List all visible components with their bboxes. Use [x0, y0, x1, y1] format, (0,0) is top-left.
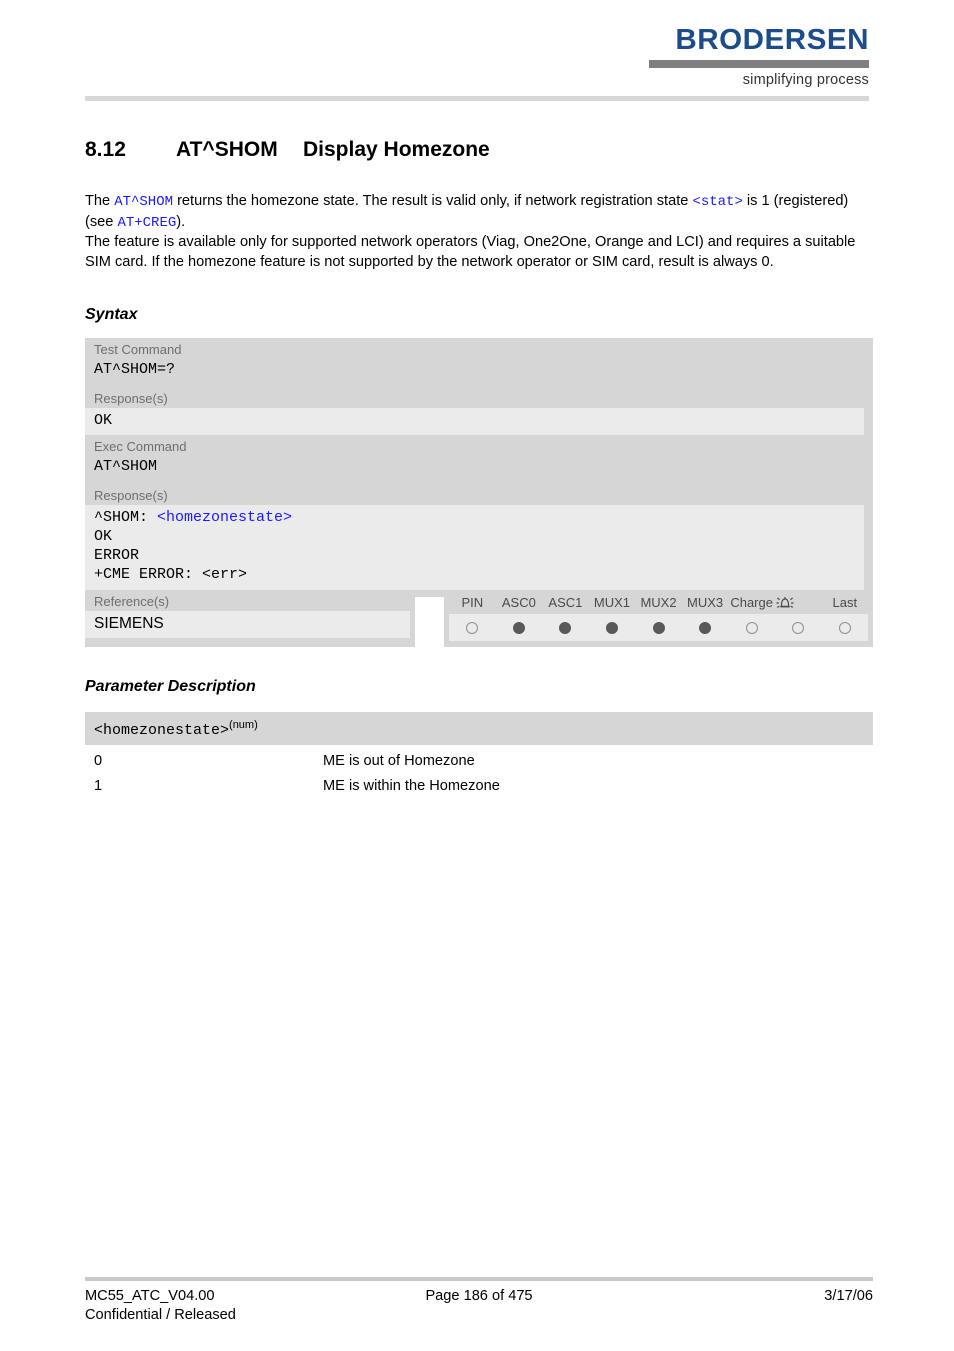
exec-command-block: Exec Command AT^SHOM Response(s) ^SHOM: …	[85, 435, 873, 597]
exec-response-line-cme: +CME ERROR: <err>	[94, 566, 248, 583]
exec-response-line-error: ERROR	[94, 547, 140, 564]
indicator-dot-asc0-cell	[496, 621, 543, 634]
exec-response-label: Response(s)	[85, 484, 873, 505]
indicator-dot-charge	[745, 621, 758, 634]
indicator-col-charge: Charge	[730, 594, 773, 610]
section-command: AT^SHOM	[176, 138, 278, 161]
stat-param-link[interactable]: <stat>	[692, 194, 742, 210]
table-row: 1 ME is within the Homezone	[85, 770, 873, 795]
alarm-icon	[775, 594, 822, 611]
intro-text-d: ).	[176, 213, 186, 230]
indicator-col-mux1: MUX1	[593, 594, 631, 610]
logo-wordmark: BRODERSEN	[675, 24, 869, 56]
logo-tagline: simplifying process	[742, 72, 869, 88]
test-response-lines: OK	[85, 408, 864, 436]
brodersen-logo: BRODERSEN simplifying process	[649, 26, 869, 88]
test-response-label: Response(s)	[85, 387, 873, 408]
indicator-col-last: Last	[832, 594, 858, 610]
logo-divider-bar	[649, 60, 869, 68]
indicator-dot-asc0	[512, 621, 525, 634]
exec-command-label: Exec Command	[85, 435, 873, 456]
homezonestate-param-link[interactable]: <homezonestate>	[157, 509, 292, 526]
parameter-desc-0: ME is out of Homezone	[323, 753, 475, 769]
indicator-dot-mux1-cell	[589, 621, 636, 634]
indicator-dot-charge-cell	[728, 621, 775, 634]
syntax-heading: Syntax	[85, 306, 138, 323]
parameter-desc-1: ME is within the Homezone	[323, 778, 500, 794]
footer-page-number: Page 186 of 475	[425, 1288, 533, 1304]
alarm-icon-svg	[776, 596, 794, 608]
parameter-value-1: 1	[94, 778, 103, 794]
footer-classification: Confidential / Released	[85, 1307, 236, 1323]
indicator-col-asc0: ASC0	[501, 594, 536, 610]
at-shom-link[interactable]: AT^SHOM	[114, 194, 173, 210]
page-header: BRODERSEN simplifying process	[0, 0, 954, 110]
exec-response-lines: ^SHOM: <homezonestate> OK ERROR +CME ERR…	[85, 505, 864, 590]
parameter-type: (num)	[229, 719, 258, 731]
header-divider	[85, 96, 869, 101]
exec-response-line-ok: OK	[94, 528, 113, 545]
reference-label: Reference(s)	[94, 594, 170, 609]
indicator-dot-mux3-cell	[682, 621, 729, 634]
parameter-description-heading: Parameter Description	[85, 678, 256, 695]
test-command-label: Test Command	[85, 338, 873, 359]
indicator-dot-pin-cell	[449, 621, 496, 634]
indicator-state-row	[449, 614, 868, 641]
indicator-dot-last	[838, 621, 851, 634]
reference-value: SIEMENS	[85, 611, 410, 638]
reference-indicator-row: Reference(s) SIEMENS PIN ASC0 ASC1 MUX1 …	[85, 590, 873, 647]
indicator-col-asc1: ASC1	[548, 594, 583, 610]
document-page: BRODERSEN simplifying process 8.12 AT^SHO…	[0, 0, 954, 1351]
indicator-dot-asc1-cell	[542, 621, 589, 634]
indicator-col-mux3: MUX3	[687, 594, 724, 610]
exec-command-value: AT^SHOM	[85, 456, 873, 484]
intro-text: The AT^SHOM returns the homezone state. …	[85, 192, 875, 272]
indicator-dot-pin	[466, 621, 479, 634]
indicator-header-row: PIN ASC0 ASC1 MUX1 MUX2 MUX3 Charge Last	[449, 590, 868, 614]
indicator-dot-asc1	[559, 621, 572, 634]
indicator-dot-mux1	[605, 621, 618, 634]
page-footer: MC55_ATC_V04.00 Page 186 of 475 3/17/06 …	[85, 1277, 873, 1329]
intro-text-a: The	[85, 193, 115, 209]
indicator-dot-mux2	[652, 621, 665, 634]
footer-date: 3/17/06	[824, 1288, 873, 1304]
reference-box: Reference(s) SIEMENS	[85, 590, 415, 647]
test-command-block: Test Command AT^SHOM=? Response(s) OK	[85, 338, 873, 443]
exec-response-body: ^SHOM: <homezonestate> OK ERROR +CME ERR…	[85, 505, 873, 597]
exec-response-line-shom: ^SHOM: <homezonestate>	[94, 508, 855, 527]
parameter-table: <homezonestate>(num) 0 ME is out of Home…	[85, 712, 873, 795]
section-number: 8.12	[85, 138, 126, 161]
indicator-col-pin: PIN	[461, 594, 484, 610]
table-row: 0 ME is out of Homezone	[85, 745, 873, 770]
parameter-name: <homezonestate>	[94, 722, 230, 739]
intro-text-b: returns the homezone state. The result i…	[173, 193, 693, 209]
at-creg-link[interactable]: AT+CREG	[117, 215, 176, 231]
indicator-dot-mux3	[699, 621, 712, 634]
section-name: Display Homezone	[303, 138, 490, 161]
parameter-value-0: 0	[94, 753, 103, 769]
footer-divider	[85, 1277, 873, 1281]
exec-response-prefix: ^SHOM:	[94, 509, 158, 526]
intro-paragraph-2: The feature is available only for suppor…	[85, 234, 856, 270]
indicator-col-mux2: MUX2	[640, 594, 677, 610]
footer-columns: MC55_ATC_V04.00 Page 186 of 475 3/17/06 …	[85, 1287, 873, 1329]
indicator-dot-alarm	[792, 621, 805, 634]
indicator-dot-last-cell	[822, 621, 869, 634]
indicator-dot-alarm-cell	[775, 621, 822, 634]
parameter-name-row: <homezonestate>(num)	[85, 712, 873, 745]
intro-paragraph-1: The AT^SHOM returns the homezone state. …	[85, 192, 875, 233]
capability-indicator-panel: PIN ASC0 ASC1 MUX1 MUX2 MUX3 Charge Last	[444, 590, 873, 647]
page-title: 8.12 AT^SHOM Display Homezone	[85, 138, 490, 162]
indicator-dot-mux2-cell	[635, 621, 682, 634]
test-response-line: OK	[94, 412, 113, 429]
test-command-value: AT^SHOM=?	[85, 359, 873, 387]
